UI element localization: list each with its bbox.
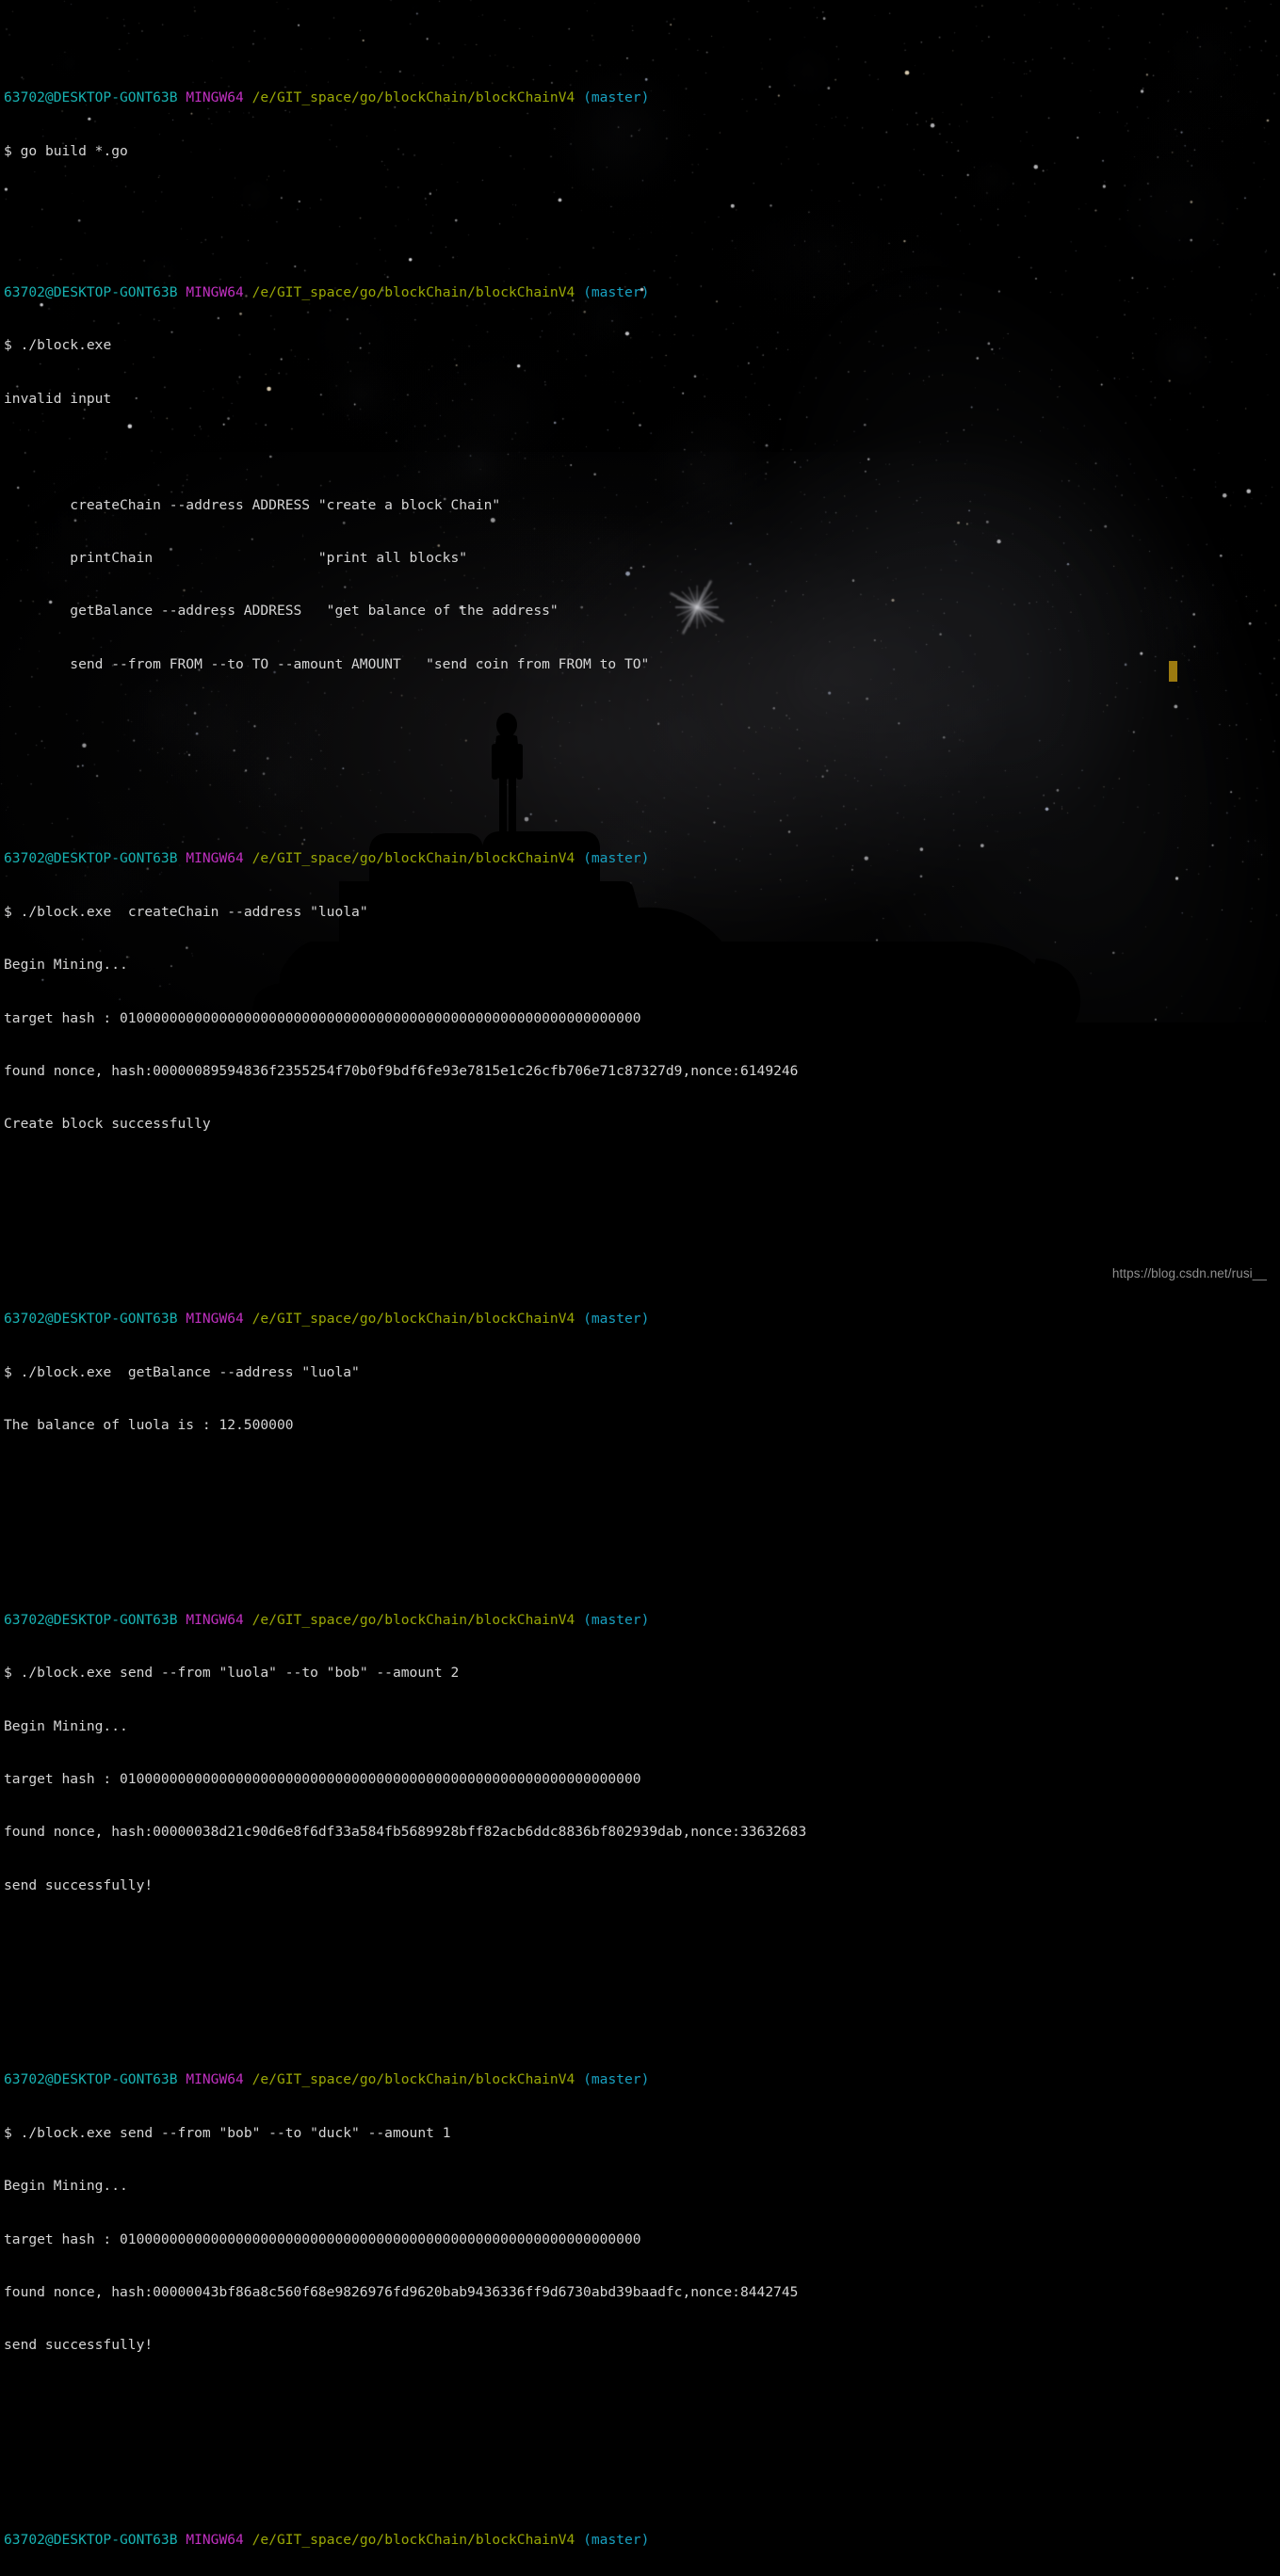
output-line: Create block successfully <box>4 1116 211 1133</box>
output-line: send successfully! <box>4 1876 154 1893</box>
shell-prompt-line: 63702@DESKTOP-GONT63B MINGW64 /e/GIT_spa… <box>4 2532 1280 2550</box>
command-text: ./block.exe createChain --address "luola… <box>20 903 368 920</box>
command-text: ./block.exe getBalance --address "luola" <box>20 1363 360 1380</box>
command-text: ./block.exe <box>20 337 112 354</box>
usage-line: createChain --address ADDRESS "create a … <box>4 496 501 513</box>
output-line: Begin Mining... <box>4 957 128 974</box>
prompt-path: /e/GIT_space/go/blockChain/blockChainV4 <box>251 283 575 300</box>
prompt-shell: MINGW64 <box>186 850 244 867</box>
prompt-branch: (master) <box>583 1611 650 1628</box>
shell-prompt-line: 63702@DESKTOP-GONT63B MINGW64 /e/GIT_spa… <box>4 1311 1280 1328</box>
command-line[interactable]: $ ./block.exe send --from "bob" --to "du… <box>4 2125 1280 2143</box>
prompt-path: /e/GIT_space/go/blockChain/blockChainV4 <box>251 89 575 106</box>
prompt-branch: (master) <box>583 2532 650 2549</box>
text-cursor-block <box>1169 661 1177 682</box>
balance-line: The balance of luola is : 12.500000 <box>4 1416 294 1433</box>
found-nonce-line: found nonce, hash:00000038d21c90d6e8f6df… <box>4 1824 807 1841</box>
prompt-path: /e/GIT_space/go/blockChain/blockChainV4 <box>251 1611 575 1628</box>
prompt-branch: (master) <box>583 1311 650 1328</box>
prompt-sigil: $ <box>4 337 12 354</box>
prompt-path: /e/GIT_space/go/blockChain/blockChainV4 <box>251 2532 575 2549</box>
command-line[interactable]: $ ./block.exe getBalance --address "luol… <box>4 1364 1280 1382</box>
prompt-shell: MINGW64 <box>186 1611 244 1628</box>
shell-prompt-line: 63702@DESKTOP-GONT63B MINGW64 /e/GIT_spa… <box>4 89 1280 107</box>
prompt-path: /e/GIT_space/go/blockChain/blockChainV4 <box>251 1311 575 1328</box>
prompt-path: /e/GIT_space/go/blockChain/blockChainV4 <box>251 850 575 867</box>
usage-line: getBalance --address ADDRESS "get balanc… <box>4 603 559 620</box>
shell-prompt-line: 63702@DESKTOP-GONT63B MINGW64 /e/GIT_spa… <box>4 1612 1280 1630</box>
prompt-user-host: 63702@DESKTOP-GONT63B <box>4 850 178 867</box>
prompt-sigil: $ <box>4 2124 12 2141</box>
csdn-watermark: https://blog.csdn.net/rusi__ <box>1111 1266 1267 1280</box>
prompt-shell: MINGW64 <box>186 2532 244 2549</box>
prompt-shell: MINGW64 <box>186 89 244 106</box>
prompt-shell: MINGW64 <box>186 283 244 300</box>
command-text: ./block.exe send --from "luola" --to "bo… <box>20 1665 460 1682</box>
prompt-branch: (master) <box>583 89 650 106</box>
prompt-user-host: 63702@DESKTOP-GONT63B <box>4 2532 178 2549</box>
prompt-user-host: 63702@DESKTOP-GONT63B <box>4 1311 178 1328</box>
output-line: invalid input <box>4 390 112 407</box>
command-line[interactable]: $ ./block.exe <box>4 337 1280 355</box>
command-line[interactable]: $ ./block.exe createChain --address "luo… <box>4 904 1280 922</box>
prompt-user-host: 63702@DESKTOP-GONT63B <box>4 1611 178 1628</box>
prompt-user-host: 63702@DESKTOP-GONT63B <box>4 89 178 106</box>
prompt-shell: MINGW64 <box>186 1311 244 1328</box>
found-nonce-line: found nonce, hash:00000089594836f2355254… <box>4 1063 799 1080</box>
command-text: go build *.go <box>20 142 128 159</box>
prompt-branch: (master) <box>583 850 650 867</box>
prompt-path: /e/GIT_space/go/blockChain/blockChainV4 <box>251 2071 575 2088</box>
output-line: send successfully! <box>4 2337 154 2354</box>
prompt-sigil: $ <box>4 1665 12 1682</box>
prompt-shell: MINGW64 <box>186 2071 244 2088</box>
mingw64-terminal-output[interactable]: 63702@DESKTOP-GONT63B MINGW64 /e/GIT_spa… <box>0 0 1280 2576</box>
shell-prompt-line: 63702@DESKTOP-GONT63B MINGW64 /e/GIT_spa… <box>4 2071 1280 2089</box>
usage-line: send --from FROM --to TO --amount AMOUNT… <box>4 655 650 672</box>
prompt-branch: (master) <box>583 283 650 300</box>
usage-line: printChain "print all blocks" <box>4 549 468 566</box>
prompt-sigil: $ <box>4 903 12 920</box>
target-hash-line: target hash : 01000000000000000000000000… <box>4 2230 641 2247</box>
prompt-user-host: 63702@DESKTOP-GONT63B <box>4 283 178 300</box>
prompt-sigil: $ <box>4 142 12 159</box>
shell-prompt-line: 63702@DESKTOP-GONT63B MINGW64 /e/GIT_spa… <box>4 850 1280 868</box>
found-nonce-line: found nonce, hash:00000043bf86a8c560f68e… <box>4 2284 799 2300</box>
target-hash-line: target hash : 01000000000000000000000000… <box>4 1770 641 1787</box>
shell-prompt-line: 63702@DESKTOP-GONT63B MINGW64 /e/GIT_spa… <box>4 284 1280 302</box>
prompt-user-host: 63702@DESKTOP-GONT63B <box>4 2071 178 2088</box>
command-line[interactable]: $ go build *.go <box>4 143 1280 161</box>
prompt-sigil: $ <box>4 1363 12 1380</box>
target-hash-line: target hash : 01000000000000000000000000… <box>4 1009 641 1026</box>
prompt-branch: (master) <box>583 2071 650 2088</box>
output-line: Begin Mining... <box>4 2178 128 2195</box>
command-text: ./block.exe send --from "bob" --to "duck… <box>20 2124 451 2141</box>
output-line: Begin Mining... <box>4 1717 128 1734</box>
command-line[interactable]: $ ./block.exe send --from "luola" --to "… <box>4 1665 1280 1682</box>
